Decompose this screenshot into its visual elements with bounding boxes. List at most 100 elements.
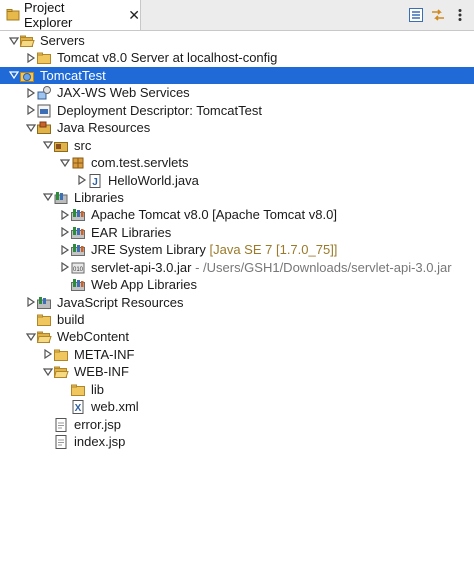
view-tab-bar: Project Explorer ✕	[0, 0, 474, 31]
svg-text:X: X	[75, 403, 82, 414]
folder-icon	[54, 349, 68, 361]
project-explorer-icon	[6, 9, 20, 21]
expanded-chevron-icon[interactable]	[59, 154, 70, 171]
tree-item-label: servlet-api-3.0.jar	[91, 259, 192, 275]
tree-item[interactable]: index.jsp	[0, 433, 474, 450]
java-resources-icon	[37, 121, 51, 135]
folder-open-icon	[53, 366, 69, 379]
tree-item[interactable]: 010 servlet-api-3.0.jar - /Users/GSH1/Dow…	[0, 259, 474, 276]
expanded-chevron-icon[interactable]	[25, 119, 36, 136]
collapsed-chevron-icon[interactable]	[76, 172, 87, 189]
library-icon	[71, 244, 85, 257]
project-tree: Servers Tomcat v8.0 Server at localhost-c…	[0, 32, 474, 451]
tree-item-label: WEB-INF	[74, 364, 129, 380]
svg-text:010: 010	[73, 267, 84, 273]
library-icon	[71, 226, 85, 239]
tree-item[interactable]: Tomcat v8.0 Server at localhost-config	[0, 49, 474, 66]
collapsed-chevron-icon[interactable]	[42, 346, 53, 363]
folder-open-icon	[36, 331, 52, 344]
tree-item-label: EAR Libraries	[91, 224, 172, 240]
package-icon	[72, 157, 84, 169]
tree-item-label: lib	[91, 381, 105, 397]
tree-item-label: Libraries	[74, 189, 124, 205]
expanded-chevron-icon[interactable]	[25, 328, 36, 345]
expanded-chevron-icon[interactable]	[42, 363, 53, 380]
tree-item-label: build	[57, 312, 85, 327]
view-menu-icon[interactable]	[452, 7, 468, 23]
collapsed-chevron-icon[interactable]	[25, 49, 36, 66]
web-services-icon	[37, 86, 51, 100]
java-file-icon: J	[89, 173, 101, 188]
tree-item-label: JAX-WS Web Services	[57, 85, 190, 101]
tree-item[interactable]: src	[0, 137, 474, 154]
collapse-all-icon[interactable]	[408, 7, 424, 23]
tree-item[interactable]: build	[0, 311, 474, 328]
tab-title: Project Explorer	[23, 0, 73, 30]
tree-item-label: Servers	[40, 33, 85, 48]
expanded-chevron-icon[interactable]	[8, 32, 19, 49]
tree-item[interactable]: com.test.servlets	[0, 154, 474, 171]
tree-item[interactable]: EAR Libraries	[0, 224, 474, 241]
tree-item-label: web.xml	[91, 399, 139, 415]
tree-item-label: HelloWorld.java	[108, 172, 199, 188]
tree-item[interactable]: lib	[0, 381, 474, 398]
tree-item[interactable]: JAX-WS Web Services	[0, 84, 474, 101]
tree-item-label: index.jsp	[74, 434, 126, 450]
tree-item-label: Web App Libraries	[91, 277, 197, 293]
tree-item-decoration: - /Users/GSH1/Downloads/servlet-api-3.0.…	[195, 259, 452, 275]
tree-item[interactable]: error.jsp	[0, 416, 474, 433]
tree-item[interactable]: Deployment Descriptor: TomcatTest	[0, 102, 474, 119]
libraries-icon	[54, 191, 68, 204]
tree-item[interactable]: WebContent	[0, 328, 474, 345]
tree-item-label: com.test.servlets	[91, 155, 189, 171]
svg-text:J: J	[92, 177, 98, 188]
link-with-editor-icon[interactable]	[430, 7, 446, 23]
folder-icon	[71, 384, 85, 396]
xml-file-icon: X	[72, 400, 84, 415]
tree-item[interactable]: Apache Tomcat v8.0 [Apache Tomcat v8.0]	[0, 206, 474, 223]
collapsed-chevron-icon[interactable]	[59, 224, 70, 241]
tree-item[interactable]: JavaScript Resources	[0, 294, 474, 311]
collapsed-chevron-icon[interactable]	[25, 294, 36, 311]
jsp-file-icon	[55, 435, 67, 450]
jar-icon: 010	[71, 262, 85, 274]
tree-item-label: Tomcat v8.0 Server at localhost-config	[57, 50, 278, 66]
source-folder-icon	[54, 141, 68, 152]
tree-item-label: Java Resources	[57, 120, 151, 136]
tree-item-label: error.jsp	[74, 416, 121, 432]
web-project-icon	[20, 71, 34, 82]
tree-item[interactable]: WEB-INF	[0, 363, 474, 380]
folder-icon	[37, 52, 51, 65]
tree-item[interactable]: Servers	[0, 32, 474, 49]
project-explorer-tab[interactable]: Project Explorer ✕	[0, 0, 141, 30]
tree-item[interactable]: TomcatTest	[0, 66, 474, 85]
collapsed-chevron-icon[interactable]	[25, 102, 36, 119]
expanded-chevron-icon[interactable]	[42, 137, 53, 154]
tree-item[interactable]: META-INF	[0, 346, 474, 363]
tree-item[interactable]: Libraries	[0, 189, 474, 206]
tree-item[interactable]: Java Resources	[0, 119, 474, 136]
tree-item[interactable]: J HelloWorld.java	[0, 172, 474, 189]
library-icon	[71, 209, 85, 222]
tree-item-label: WebContent	[57, 329, 130, 345]
tree-item-label: JRE System Library	[91, 242, 206, 258]
tree-item-decoration: [Java SE 7 [1.7.0_75]]	[209, 242, 338, 258]
tree-item-label: Apache Tomcat v8.0 [Apache Tomcat v8.0]	[91, 207, 337, 223]
deployment-descriptor-icon	[37, 104, 51, 118]
tree-item[interactable]: Web App Libraries	[0, 276, 474, 293]
expanded-chevron-icon[interactable]	[42, 189, 53, 206]
collapsed-chevron-icon[interactable]	[59, 206, 70, 223]
tree-item[interactable]: JRE System Library [Java SE 7 [1.7.0_75]…	[0, 241, 474, 258]
tree-item-label: JavaScript Resources	[57, 294, 184, 310]
tree-item[interactable]: Xweb.xml	[0, 398, 474, 415]
tree-item-label: src	[74, 137, 92, 153]
tree-item-label: Deployment Descriptor: TomcatTest	[57, 102, 262, 118]
tree-item-label: META-INF	[74, 346, 135, 362]
collapsed-chevron-icon[interactable]	[59, 241, 70, 258]
collapsed-chevron-icon[interactable]	[25, 84, 36, 101]
javascript-resources-icon	[37, 296, 51, 309]
folder-icon	[37, 314, 51, 326]
close-icon[interactable]: ✕	[128, 8, 140, 22]
collapsed-chevron-icon[interactable]	[59, 259, 70, 276]
expanded-chevron-icon[interactable]	[8, 67, 19, 84]
